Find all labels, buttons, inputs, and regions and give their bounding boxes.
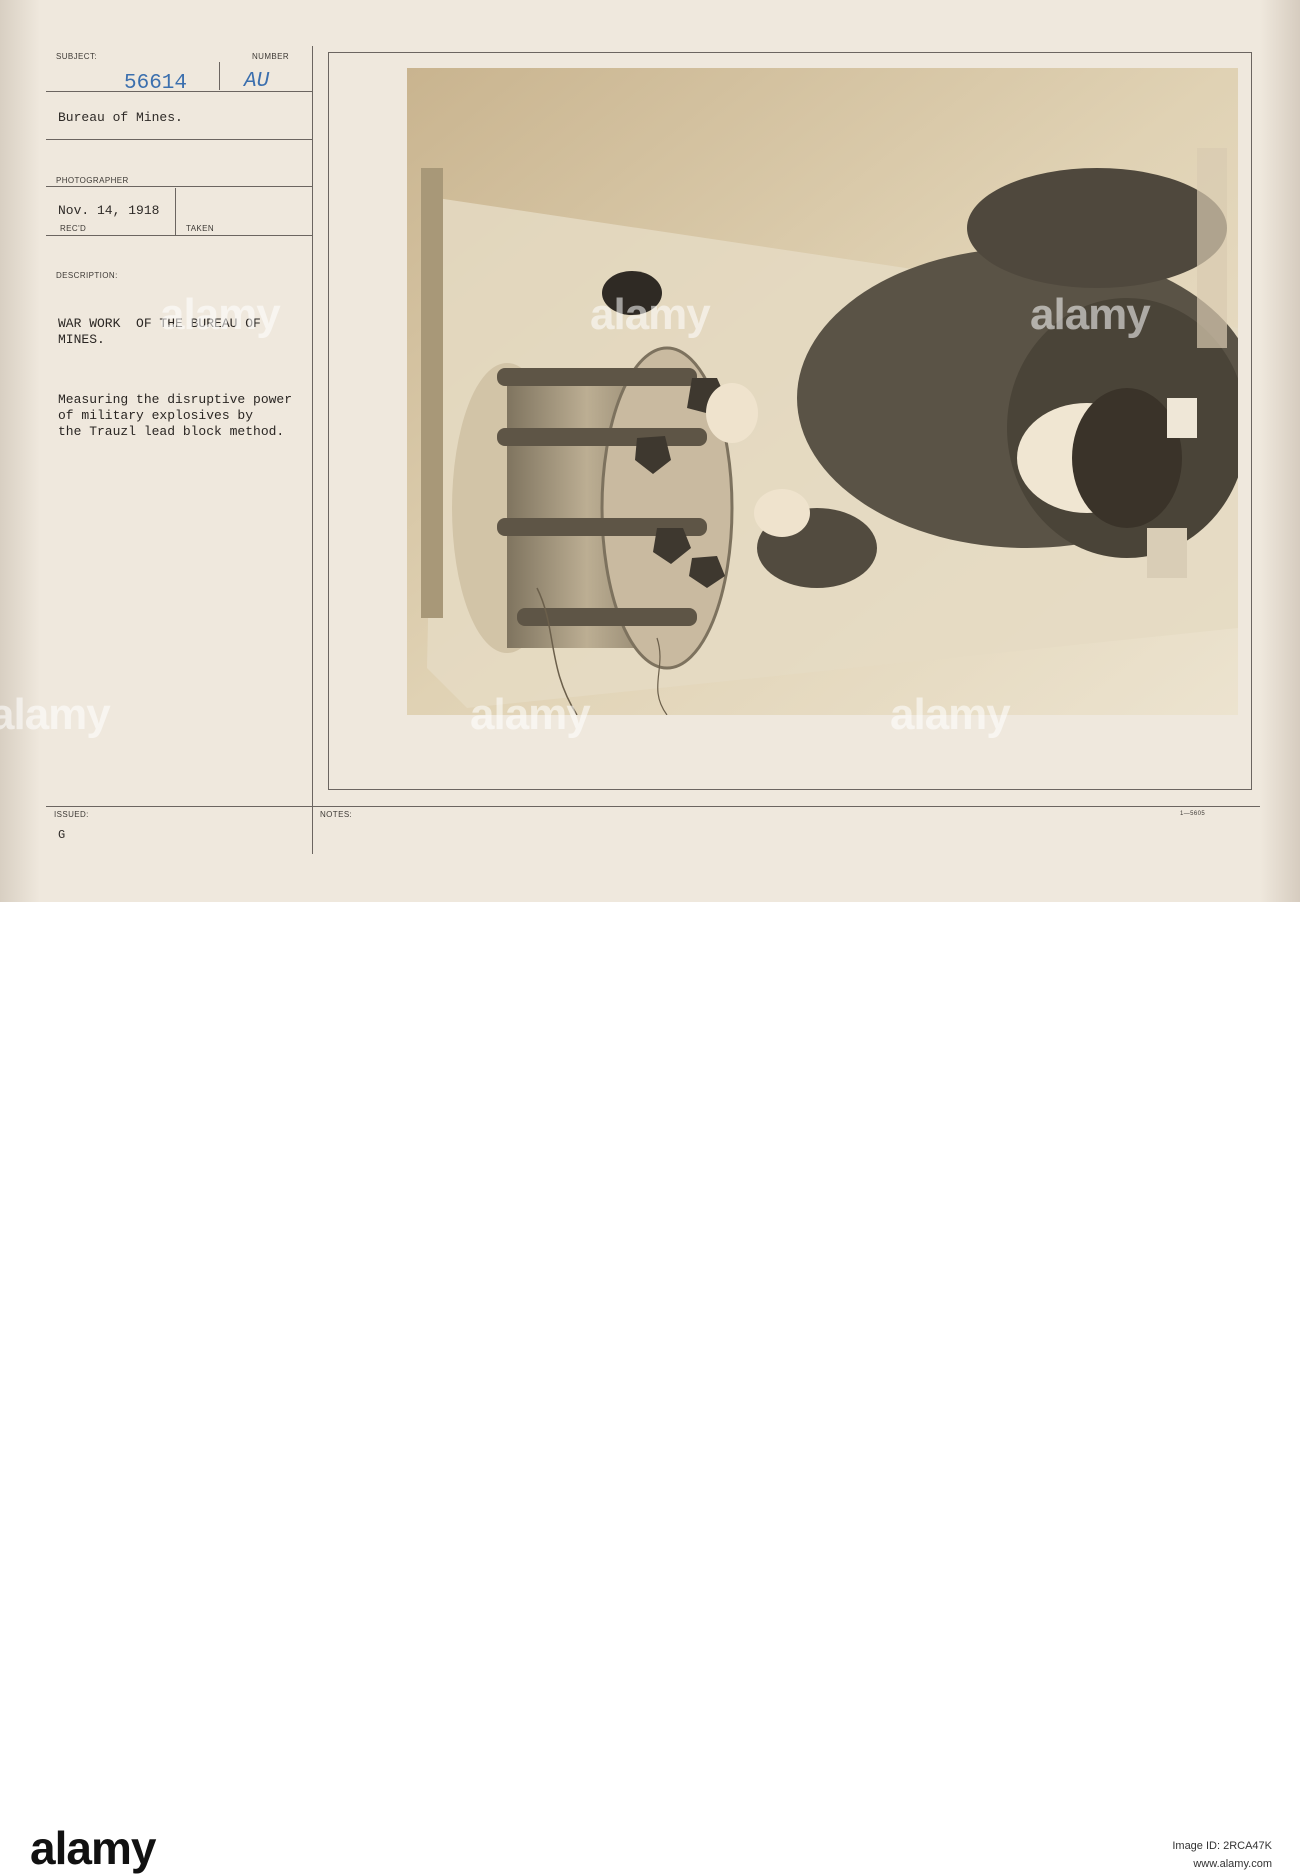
- watermark-text: alamy: [0, 690, 111, 739]
- divider: [175, 188, 176, 236]
- divider: [219, 62, 220, 90]
- subject-text: Bureau of Mines.: [58, 110, 183, 125]
- issued-label: ISSUED:: [54, 810, 89, 819]
- subject-label: SUBJECT:: [56, 52, 97, 61]
- divider: [46, 139, 312, 140]
- form-code: 1—5605: [1180, 811, 1206, 817]
- description-line-1: Measuring the disruptive power: [58, 392, 293, 407]
- divider: [312, 46, 313, 854]
- photographer-label: PHOTOGRAPHER: [56, 176, 129, 185]
- description-line-2: of military explosives by: [58, 408, 254, 423]
- image-id: Image ID: 2RCA47K: [1172, 1840, 1272, 1852]
- number-code: AU: [244, 70, 270, 93]
- watermark-text: alamy: [590, 290, 711, 339]
- photograph: [407, 68, 1238, 715]
- divider: [46, 235, 312, 236]
- divider: [46, 186, 312, 187]
- footer-bar: alamy Image ID: 2RCA47K www.alamy.com: [0, 902, 1300, 1874]
- taken-label: TAKEN: [186, 224, 215, 233]
- description-line-3: the Trauzl lead block method.: [58, 424, 285, 439]
- photograph-illustration: [407, 68, 1238, 715]
- watermark-text: alamy: [890, 690, 1011, 739]
- site-url[interactable]: www.alamy.com: [1193, 1858, 1272, 1870]
- description-title-line-2: MINES.: [58, 332, 105, 347]
- divider: [46, 806, 1260, 807]
- recd-label: REC'D: [60, 224, 87, 233]
- description-label: DESCRIPTION:: [56, 271, 118, 280]
- watermark-text: alamy: [160, 290, 281, 339]
- subject-number: 56614: [124, 72, 188, 95]
- archive-card: SUBJECT: NUMBER 56614 AU Bureau of Mines…: [0, 0, 1300, 902]
- number-label: NUMBER: [252, 52, 290, 61]
- date: Nov. 14, 1918: [58, 203, 160, 218]
- issued-value: G: [58, 828, 66, 842]
- alamy-logo[interactable]: alamy: [30, 1821, 156, 1875]
- watermark-text: alamy: [470, 690, 591, 739]
- notes-label: NOTES:: [320, 810, 353, 819]
- watermark-text: alamy: [1030, 290, 1151, 339]
